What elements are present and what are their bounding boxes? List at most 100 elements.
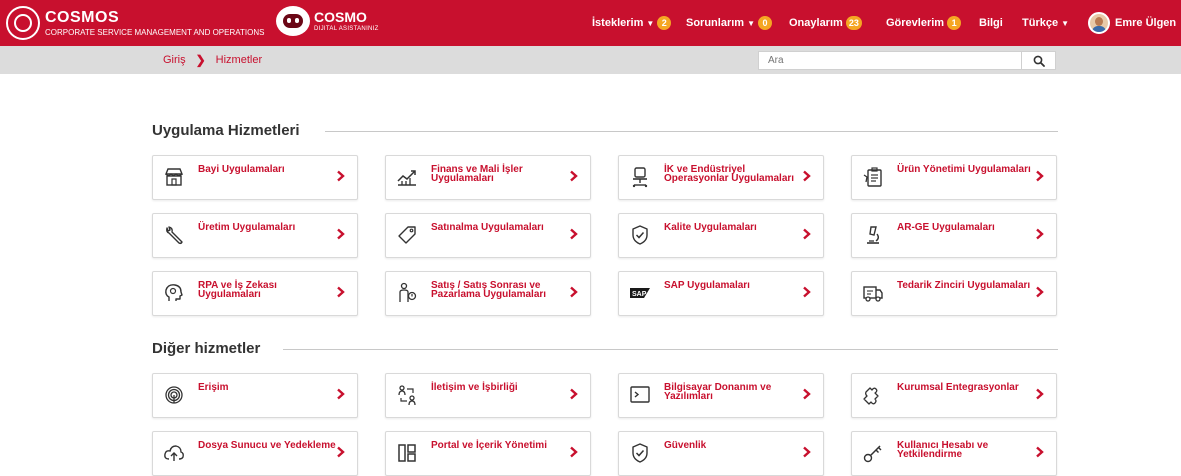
chevron-right-icon — [337, 286, 345, 298]
service-card-label: Erişim — [198, 382, 229, 393]
section-divider — [325, 131, 1058, 132]
service-card-urun-yonetimi-uygulamalari[interactable]: Ürün Yönetimi Uygulamaları — [851, 155, 1057, 200]
chevron-right-icon — [337, 388, 345, 400]
nav-info[interactable]: Bilgi — [979, 0, 1003, 46]
finance-chart-icon — [396, 166, 418, 188]
service-card-sap-uygulamalari[interactable]: SAP SAP Uygulamaları — [618, 271, 824, 316]
service-card-satis-satis-sonrasi-ve-pazarlama-uygulamalari[interactable]: Satış / Satış Sonrası ve Pazarlama Uygul… — [385, 271, 591, 316]
service-card-kullanici-hesabi-ve-yetkilendirme[interactable]: Kullanıcı Hesabı ve Yetkilendirme — [851, 431, 1057, 476]
nav-problems[interactable]: Sorunlarım ▼ 0 — [686, 0, 772, 46]
service-card-label: Kullanıcı Hesabı ve Yetkilendirme — [897, 440, 989, 460]
service-card-label: AR-GE Uygulamaları — [897, 222, 995, 233]
service-card-label: Satınalma Uygulamaları — [431, 222, 544, 233]
terminal-icon — [629, 384, 651, 406]
office-chair-icon — [629, 166, 651, 188]
user-menu[interactable]: Emre Ülgen — [1088, 0, 1176, 46]
fingerprint-icon — [163, 384, 185, 406]
service-card-label: Kalite Uygulamaları — [664, 222, 757, 233]
nav-requests[interactable]: İsteklerim ▼ 2 — [592, 0, 672, 46]
nav-tasks-label: Görevlerim — [886, 17, 945, 29]
shield-check-icon — [629, 442, 651, 464]
chevron-right-icon — [803, 286, 811, 298]
chevron-right-icon: ❯ — [195, 53, 206, 67]
cosmos-logo[interactable]: COSMOS CORPORATE SERVICE MANAGEMENT AND … — [6, 6, 264, 40]
key-icon — [862, 442, 884, 464]
service-card-portal-ve-i-cerik-yonetimi[interactable]: Portal ve İçerik Yönetimi — [385, 431, 591, 476]
brand-subtitle: CORPORATE SERVICE MANAGEMENT AND OPERATI… — [45, 27, 265, 37]
search-box — [758, 51, 1056, 70]
chevron-right-icon — [337, 170, 345, 182]
chevron-right-icon — [570, 170, 578, 182]
section-title-other-services: Diğer hizmetler — [152, 340, 261, 357]
section-divider — [283, 349, 1058, 350]
service-card-finans-ve-mali-i-sler-uygulamalari[interactable]: Finans ve Mali İşler Uygulamaları — [385, 155, 591, 200]
service-card-uretim-uygulamalari[interactable]: Üretim Uygulamaları — [152, 213, 358, 258]
service-card-label: Kurumsal Entegrasyonlar — [897, 382, 1019, 393]
service-card-dosya-sunucu-ve-yedekleme[interactable]: Dosya Sunucu ve Yedekleme — [152, 431, 358, 476]
section-title-app-services: Uygulama Hizmetleri — [152, 122, 300, 139]
service-card-bilgisayar-donanim-ve-yazilimlari[interactable]: Bilgisayar Donanım ve Yazılımları — [618, 373, 824, 418]
wrench-icon — [163, 224, 185, 246]
collaboration-icon — [396, 384, 418, 406]
service-card-i-k-ve-endustriyel-operasyonlar-uygulamalari[interactable]: İK ve Endüstriyel Operasyonlar Uygulamal… — [618, 155, 824, 200]
chevron-right-icon — [1036, 388, 1044, 400]
delivery-truck-icon — [862, 282, 884, 304]
chevron-right-icon — [1036, 170, 1044, 182]
breadcrumb-current: Hizmetler — [215, 54, 263, 66]
caret-down-icon: ▼ — [747, 18, 755, 28]
service-card-label: İletişim ve İşbirliği — [431, 382, 518, 393]
avatar — [1088, 12, 1110, 34]
nav-approvals[interactable]: Onaylarım 23 — [789, 0, 862, 46]
service-card-label: Güvenlik — [664, 440, 707, 451]
layout-grid-icon — [396, 442, 418, 464]
language-selector[interactable]: Türkçe ▼ — [1022, 0, 1069, 46]
service-card-label: Üretim Uygulamaları — [198, 222, 296, 233]
cloud-upload-icon — [163, 442, 185, 464]
requests-count-badge: 2 — [657, 16, 672, 30]
service-card-kurumsal-entegrasyonlar[interactable]: Kurumsal Entegrasyonlar — [851, 373, 1057, 418]
chevron-right-icon — [570, 286, 578, 298]
chevron-right-icon — [803, 170, 811, 182]
top-bar: COSMOS CORPORATE SERVICE MANAGEMENT AND … — [0, 0, 1181, 46]
user-name: Emre Ülgen — [1115, 17, 1177, 29]
puzzle-icon — [862, 384, 884, 406]
service-card-rpa-ve-i-s-zekasi-uygulamalari[interactable]: RPA ve İş Zekası Uygulamaları — [152, 271, 358, 316]
shield-check-icon — [629, 224, 651, 246]
service-card-satinalma-uygulamalari[interactable]: Satınalma Uygulamaları — [385, 213, 591, 258]
assistant-subtitle: DIJITAL ASISTANINIZ — [314, 26, 379, 32]
service-card-label: Bilgisayar Donanım ve Yazılımları — [664, 382, 772, 402]
nav-tasks[interactable]: Görevlerim 1 — [886, 0, 962, 46]
cosmos-logo-icon — [6, 6, 40, 40]
breadcrumb: Giriş ❯ Hizmetler — [163, 46, 262, 74]
chevron-right-icon — [1036, 286, 1044, 298]
service-card-kalite-uygulamalari[interactable]: Kalite Uygulamaları — [618, 213, 824, 258]
store-icon — [163, 166, 185, 188]
service-card-i-letisim-ve-i-sbirligi[interactable]: İletişim ve İşbirliği — [385, 373, 591, 418]
search-input[interactable] — [759, 52, 1021, 69]
service-card-label: Finans ve Mali İşler Uygulamaları — [431, 164, 523, 184]
chevron-right-icon — [1036, 228, 1044, 240]
digital-assistant-button[interactable]: COSMO DIJITAL ASISTANINIZ — [276, 6, 379, 36]
tasks-count-badge: 1 — [947, 16, 962, 30]
svg-text:SAP: SAP — [632, 291, 647, 298]
service-card-erisim[interactable]: Erişim — [152, 373, 358, 418]
chevron-right-icon — [1036, 446, 1044, 458]
breadcrumb-home[interactable]: Giriş — [163, 54, 186, 66]
service-card-label: Portal ve İçerik Yönetimi — [431, 440, 547, 451]
brain-robot-icon — [163, 282, 185, 304]
nav-problems-label: Sorunlarım — [686, 17, 745, 29]
service-card-ar-ge-uygulamalari[interactable]: AR-GE Uygulamaları — [851, 213, 1057, 258]
chevron-right-icon — [337, 228, 345, 240]
service-card-bayi-uygulamalari[interactable]: Bayi Uygulamaları — [152, 155, 358, 200]
service-card-guvenlik[interactable]: Güvenlik — [618, 431, 824, 476]
service-card-label: Ürün Yönetimi Uygulamaları — [897, 164, 1031, 175]
search-button[interactable] — [1021, 52, 1055, 69]
service-card-tedarik-zinciri-uygulamalari[interactable]: Tedarik Zinciri Uygulamaları — [851, 271, 1057, 316]
chevron-right-icon — [570, 446, 578, 458]
chevron-right-icon — [337, 446, 345, 458]
chevron-right-icon — [803, 446, 811, 458]
assistant-title: COSMO — [314, 9, 367, 25]
chevron-right-icon — [570, 388, 578, 400]
nav-requests-label: İsteklerim — [592, 17, 644, 29]
chevron-right-icon — [570, 228, 578, 240]
